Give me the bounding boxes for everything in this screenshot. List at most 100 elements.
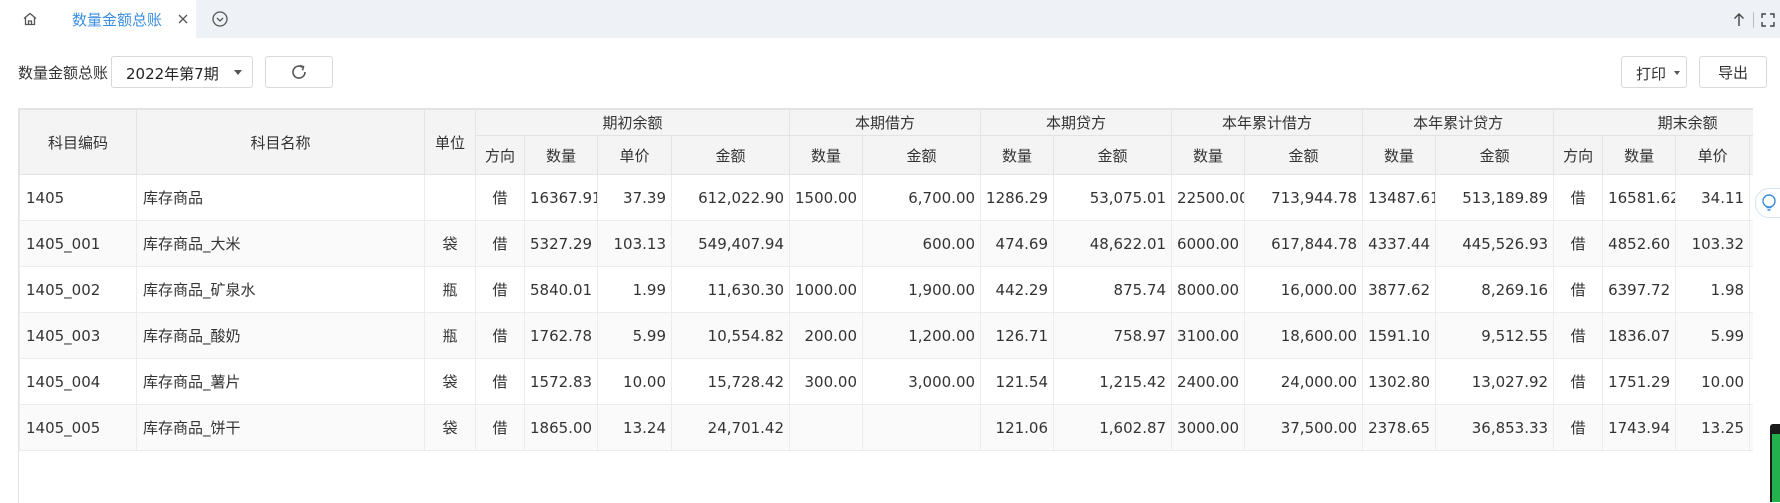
- tab-label: 数量金额总账: [72, 10, 163, 29]
- cell-end-qty: 6397.72: [1602, 266, 1677, 313]
- cell-open-direction: 借: [475, 358, 525, 405]
- col-header-end-price[interactable]: 单价: [1675, 135, 1751, 175]
- cell-ytd-credit-amount: 36,853.33: [1435, 404, 1555, 451]
- col-header-end-direction[interactable]: 方向: [1553, 135, 1604, 175]
- cell-unit: 袋: [424, 358, 476, 405]
- cell-end-amount: [1749, 220, 1753, 267]
- scrollbar-widget[interactable]: [1770, 424, 1780, 502]
- cell-open-price: 1.99: [597, 266, 672, 313]
- cell-end-amount: [1749, 174, 1753, 221]
- col-header-name[interactable]: 科目名称: [136, 109, 425, 175]
- cell-ytd-credit-qty: 4337.44: [1362, 220, 1437, 267]
- cell-ytd-credit-amount: 9,512.55: [1435, 312, 1555, 359]
- col-header-debit-qty[interactable]: 数量: [789, 135, 864, 175]
- cell-debit-qty: 200.00: [789, 312, 864, 359]
- cell-open-price: 37.39: [597, 174, 672, 221]
- cell-end-price: 10.00: [1675, 358, 1751, 405]
- cell-ytd-debit-qty: 22500.00: [1171, 174, 1246, 221]
- cell-debit-amount: 1,200.00: [862, 312, 982, 359]
- cell-end-direction: 借: [1553, 220, 1604, 267]
- print-button[interactable]: 打印: [1621, 56, 1687, 88]
- close-icon[interactable]: [174, 10, 192, 28]
- cell-open-price: 103.13: [597, 220, 672, 267]
- table-row[interactable]: 1405 库存商品 借 16367.91 37.39 612,022.90 15…: [19, 174, 1753, 221]
- cell-credit-qty: 126.71: [980, 312, 1055, 359]
- col-header-end-amount[interactable]: 金额: [1749, 135, 1753, 175]
- page-title: 数量金额总账: [18, 64, 109, 82]
- col-header-open-direction[interactable]: 方向: [475, 135, 525, 175]
- col-header-unit[interactable]: 单位: [424, 109, 476, 175]
- cell-end-qty: 1751.29: [1602, 358, 1677, 405]
- cell-debit-qty: [789, 220, 864, 267]
- cell-credit-qty: 474.69: [980, 220, 1055, 267]
- col-header-ytd-debit-qty[interactable]: 数量: [1171, 135, 1246, 175]
- help-float-button[interactable]: [1755, 188, 1780, 218]
- tab-quantity-amount-ledger[interactable]: 数量金额总账: [60, 0, 196, 38]
- col-header-open-price[interactable]: 单价: [597, 135, 672, 175]
- cell-open-price: 10.00: [597, 358, 672, 405]
- group-header-ytd-debit: 本年累计借方: [1171, 109, 1364, 136]
- cell-debit-qty: 300.00: [789, 358, 864, 405]
- cell-debit-amount: [862, 404, 982, 451]
- group-header-closing: 期末余额: [1553, 109, 1753, 136]
- cell-open-qty: 5840.01: [524, 266, 598, 313]
- tab-home[interactable]: [0, 0, 60, 38]
- col-header-open-qty[interactable]: 数量: [524, 135, 598, 175]
- table-row[interactable]: 1405_001 库存商品_大米 袋 借 5327.29 103.13 549,…: [19, 220, 1753, 267]
- cell-end-qty: 1743.94: [1602, 404, 1677, 451]
- cell-code: 1405_003: [19, 312, 137, 359]
- cell-ytd-debit-amount: 617,844.78: [1244, 220, 1364, 267]
- table-row[interactable]: 1405_004 库存商品_薯片 袋 借 1572.83 10.00 15,72…: [19, 358, 1753, 405]
- table-row[interactable]: 1405_002 库存商品_矿泉水 瓶 借 5840.01 1.99 11,63…: [19, 266, 1753, 313]
- chevron-down-circle-icon[interactable]: [210, 9, 230, 29]
- table-row[interactable]: 1405_005 库存商品_饼干 袋 借 1865.00 13.24 24,70…: [19, 404, 1753, 451]
- refresh-icon: [292, 64, 306, 79]
- cell-credit-amount: 1,602.87: [1053, 404, 1173, 451]
- cell-credit-amount: 53,075.01: [1053, 174, 1173, 221]
- fullscreen-icon[interactable]: [1760, 12, 1776, 28]
- arrow-up-icon[interactable]: [1731, 12, 1747, 28]
- col-header-credit-qty[interactable]: 数量: [980, 135, 1055, 175]
- cell-ytd-debit-amount: 37,500.00: [1244, 404, 1364, 451]
- period-select[interactable]: 2022年第7期: [111, 56, 253, 88]
- col-header-debit-amount[interactable]: 金额: [862, 135, 982, 175]
- col-header-ytd-debit-amount[interactable]: 金额: [1244, 135, 1364, 175]
- cell-ytd-debit-amount: 24,000.00: [1244, 358, 1364, 405]
- col-header-ytd-credit-amount[interactable]: 金额: [1435, 135, 1555, 175]
- col-header-credit-amount[interactable]: 金额: [1053, 135, 1173, 175]
- table-row[interactable]: 1405_003 库存商品_酸奶 瓶 借 1762.78 5.99 10,554…: [19, 312, 1753, 359]
- export-button[interactable]: 导出: [1699, 56, 1767, 88]
- col-header-code[interactable]: 科目编码: [19, 109, 137, 175]
- col-header-open-amount[interactable]: 金额: [670, 135, 791, 175]
- cell-open-amount: 612,022.90: [670, 174, 791, 221]
- group-header-period-credit: 本期贷方: [980, 109, 1173, 136]
- cell-end-amount: [1749, 404, 1753, 451]
- col-header-ytd-credit-qty[interactable]: 数量: [1362, 135, 1437, 175]
- cell-end-price: 13.25: [1675, 404, 1751, 451]
- cell-credit-qty: 121.06: [980, 404, 1055, 451]
- scrollbar-thumb[interactable]: [1772, 434, 1780, 502]
- refresh-button[interactable]: [265, 56, 333, 88]
- cell-name: 库存商品_大米: [136, 220, 425, 267]
- cell-end-price: 5.99: [1675, 312, 1751, 359]
- cell-end-amount: [1749, 266, 1753, 313]
- cell-open-amount: 15,728.42: [670, 358, 791, 405]
- group-header-ytd-credit: 本年累计贷方: [1362, 109, 1555, 136]
- cell-code: 1405: [19, 174, 137, 221]
- cell-ytd-credit-amount: 8,269.16: [1435, 266, 1555, 313]
- cell-debit-qty: 1000.00: [789, 266, 864, 313]
- cell-debit-qty: [789, 404, 864, 451]
- period-value: 2022年第7期: [126, 65, 219, 83]
- cell-ytd-credit-qty: 1302.80: [1362, 358, 1437, 405]
- col-header-end-qty[interactable]: 数量: [1602, 135, 1677, 175]
- cell-open-direction: 借: [475, 220, 525, 267]
- cell-ytd-debit-qty: 3100.00: [1171, 312, 1246, 359]
- cell-open-amount: 24,701.42: [670, 404, 791, 451]
- cell-open-price: 13.24: [597, 404, 672, 451]
- cell-ytd-debit-qty: 8000.00: [1171, 266, 1246, 313]
- cell-open-price: 5.99: [597, 312, 672, 359]
- cell-ytd-credit-qty: 3877.62: [1362, 266, 1437, 313]
- group-header-opening: 期初余额: [474, 109, 791, 136]
- cell-unit: 袋: [424, 404, 476, 451]
- tab-bar: 数量金额总账: [0, 0, 1780, 38]
